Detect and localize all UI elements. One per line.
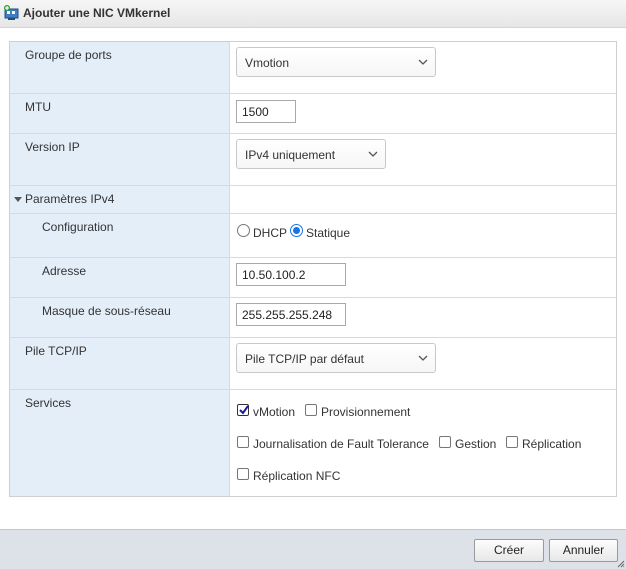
address-row: Adresse 10.50.100.2	[10, 258, 616, 298]
ip-version-value: IPv4 uniquement	[245, 148, 336, 162]
ipv4-section-label: Paramètres IPv4	[25, 192, 115, 206]
mtu-value: 1500	[242, 105, 269, 119]
configuration-label: Configuration	[42, 220, 114, 234]
replication-checkbox[interactable]	[506, 436, 518, 448]
dialog-titlebar: Ajouter une NIC VMkernel	[0, 0, 626, 28]
subnet-mask-input[interactable]: 255.255.255.248	[236, 303, 346, 326]
vmotion-label: vMotion	[253, 405, 296, 419]
fault-tolerance-checkbox[interactable]	[237, 436, 249, 448]
tcp-stack-value: Pile TCP/IP par défaut	[245, 352, 364, 366]
replication-label: Réplication	[522, 437, 582, 451]
dialog-footer: Créer Annuler	[0, 529, 626, 569]
fault-tolerance-label: Journalisation de Fault Tolerance	[253, 437, 429, 451]
network-adapter-add-icon	[4, 5, 19, 20]
dhcp-radio[interactable]	[237, 224, 250, 237]
cancel-button[interactable]: Annuler	[549, 539, 618, 562]
chevron-down-icon	[368, 151, 378, 157]
port-group-value: Vmotion	[245, 56, 290, 70]
create-button[interactable]: Créer	[474, 539, 544, 562]
mtu-label: MTU	[25, 100, 51, 114]
static-label: Statique	[306, 226, 351, 240]
checkmark-icon	[239, 405, 249, 415]
nfc-replication-label: Réplication NFC	[253, 469, 341, 483]
provisioning-checkbox[interactable]	[305, 404, 317, 416]
port-group-select[interactable]: Vmotion	[236, 47, 436, 77]
caret-down-icon	[14, 197, 22, 202]
address-label: Adresse	[42, 264, 87, 278]
dhcp-label: DHCP	[253, 226, 288, 240]
services-label: Services	[25, 396, 72, 410]
management-checkbox[interactable]	[439, 436, 451, 448]
ip-version-row: Version IP IPv4 uniquement	[10, 134, 616, 186]
nfc-replication-checkbox[interactable]	[237, 468, 249, 480]
chevron-down-icon	[418, 59, 428, 65]
tcp-stack-label: Pile TCP/IP	[25, 344, 87, 358]
subnet-mask-label: Masque de sous-réseau	[42, 304, 171, 318]
chevron-down-icon	[418, 355, 428, 361]
subnet-mask-row: Masque de sous-réseau 255.255.255.248	[10, 298, 616, 338]
address-input[interactable]: 10.50.100.2	[236, 263, 346, 286]
subnet-mask-value: 255.255.255.248	[242, 308, 333, 322]
management-label: Gestion	[455, 437, 497, 451]
ipv4-section-row[interactable]: Paramètres IPv4	[10, 186, 616, 214]
address-value: 10.50.100.2	[242, 268, 306, 282]
mtu-row: MTU 1500	[10, 94, 616, 134]
tcp-stack-select[interactable]: Pile TCP/IP par défaut	[236, 343, 436, 373]
static-radio[interactable]	[290, 224, 303, 237]
vmkernel-form: Groupe de ports Vmotion MTU 1500 Version…	[9, 41, 617, 497]
mtu-input[interactable]: 1500	[236, 100, 296, 123]
resize-grip-icon[interactable]	[617, 560, 625, 568]
port-group-label: Groupe de ports	[25, 48, 112, 62]
configuration-row: Configuration DHCP Statique	[10, 214, 616, 258]
tcp-stack-row: Pile TCP/IP Pile TCP/IP par défaut	[10, 338, 616, 390]
provisioning-label: Provisionnement	[321, 405, 411, 419]
services-row: Services vMotion Provisionnement Journal…	[10, 390, 616, 496]
dialog-title: Ajouter une NIC VMkernel	[23, 6, 171, 20]
ip-version-label: Version IP	[25, 140, 80, 154]
ip-version-select[interactable]: IPv4 uniquement	[236, 139, 386, 169]
vmotion-checkbox[interactable]	[237, 404, 249, 416]
port-group-row: Groupe de ports Vmotion	[10, 42, 616, 94]
